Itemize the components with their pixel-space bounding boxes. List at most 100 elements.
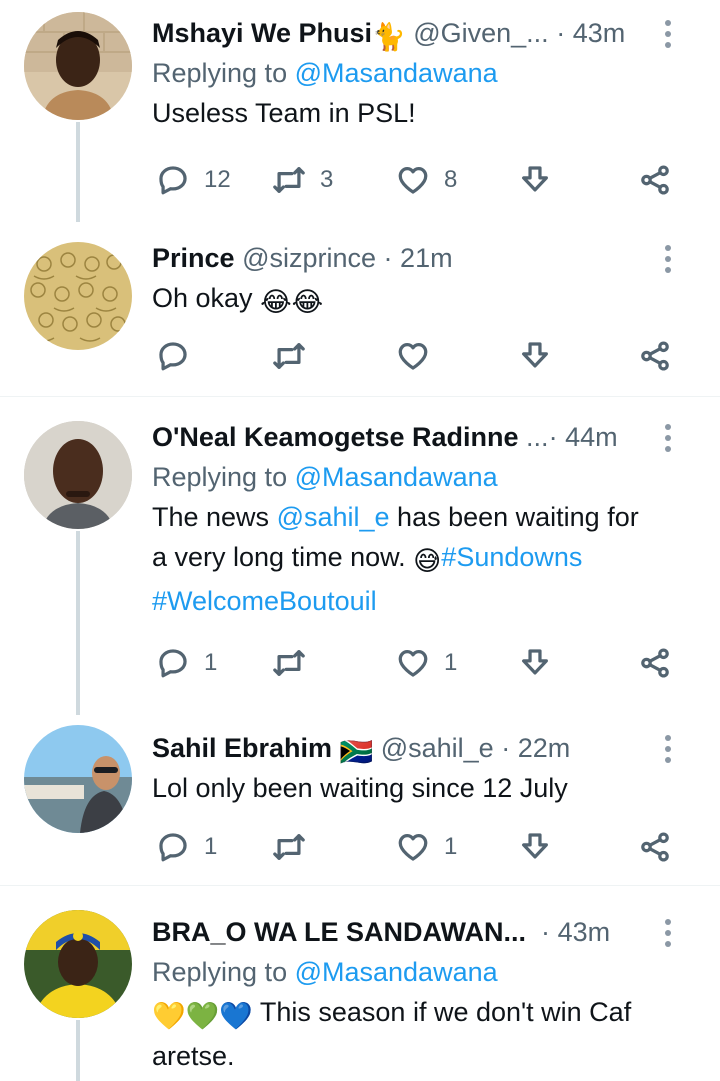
display-name[interactable]: BRA_O WA LE SANDAWAN... bbox=[152, 917, 526, 947]
share-icon bbox=[641, 341, 669, 371]
download-icon bbox=[522, 649, 548, 675]
tweet-text: 💛💚💙 This season if we don't win Caf aret… bbox=[152, 992, 700, 1076]
download-icon bbox=[522, 166, 548, 192]
reply-button[interactable]: 1 bbox=[156, 641, 217, 685]
more-options-icon[interactable] bbox=[662, 240, 674, 280]
avatar[interactable] bbox=[24, 421, 132, 529]
replying-to-label: Replying to bbox=[152, 58, 295, 88]
tweet-text-part: The news bbox=[152, 502, 277, 532]
tweet-mshayi[interactable]: Mshayi We Phusi🐈 @Given_... · 43m Replyi… bbox=[0, 0, 720, 222]
south-africa-flag-emoji: 🇿🇦 bbox=[339, 737, 374, 767]
tweet-actions: 12 3 8 bbox=[152, 158, 682, 202]
tweet-oneal[interactable]: O'Neal Keamogetse Radinne ...· 44m Reply… bbox=[0, 397, 720, 715]
tweet-text-part: a very long time now. bbox=[152, 542, 414, 572]
avatar[interactable] bbox=[24, 242, 132, 350]
tweet-header: Mshayi We Phusi🐈 @Given_... · 43m bbox=[152, 13, 700, 53]
like-button[interactable]: 8 bbox=[396, 158, 457, 202]
more-options-icon[interactable] bbox=[662, 914, 674, 954]
share-icon bbox=[641, 165, 669, 195]
display-name[interactable]: O'Neal Keamogetse Radinne bbox=[152, 422, 519, 452]
retweet-icon bbox=[273, 343, 305, 369]
handle[interactable]: @sahil_e bbox=[381, 733, 494, 763]
separator: · bbox=[541, 917, 551, 947]
avatar[interactable] bbox=[24, 725, 132, 833]
like-button[interactable] bbox=[396, 334, 444, 378]
more-options-icon[interactable] bbox=[662, 730, 674, 770]
timestamp[interactable]: 43m bbox=[573, 18, 626, 48]
thread-line bbox=[76, 1020, 80, 1081]
reply-count: 12 bbox=[204, 166, 231, 193]
tweet-sahil[interactable]: Sahil Ebrahim 🇿🇦 @sahil_e · 22m Lol only… bbox=[0, 715, 720, 885]
reply-icon bbox=[159, 649, 187, 678]
tweet-text-main: Oh okay bbox=[152, 283, 253, 313]
display-name[interactable]: Mshayi We Phusi bbox=[152, 18, 372, 48]
download-button[interactable] bbox=[518, 158, 552, 202]
reply-button[interactable]: 12 bbox=[156, 158, 231, 202]
tweet-actions bbox=[152, 334, 682, 378]
tweet-bra-o[interactable]: BRA_O WA LE SANDAWAN... · 43m Replying t… bbox=[0, 886, 720, 1081]
replying-to-mention[interactable]: @Masandawana bbox=[295, 462, 498, 492]
share-button[interactable] bbox=[638, 641, 672, 685]
name-truncation: ... bbox=[526, 422, 549, 452]
download-button[interactable] bbox=[518, 641, 552, 685]
share-button[interactable] bbox=[638, 158, 672, 202]
retweet-button[interactable] bbox=[272, 334, 320, 378]
tweet-actions: 1 1 bbox=[152, 825, 682, 869]
replying-to-label: Replying to bbox=[152, 957, 295, 987]
replying-to-mention[interactable]: @Masandawana bbox=[295, 58, 498, 88]
avatar[interactable] bbox=[24, 910, 132, 1018]
timestamp[interactable]: 21m bbox=[400, 243, 453, 273]
timestamp[interactable]: 44m bbox=[565, 422, 618, 452]
replying-to-label: Replying to bbox=[152, 462, 295, 492]
laughing-emoji: 😂😂 bbox=[260, 287, 324, 317]
like-icon bbox=[398, 167, 428, 194]
tweet-actions: 1 1 bbox=[152, 641, 682, 685]
mention-link[interactable]: @sahil_e bbox=[277, 502, 390, 532]
like-icon bbox=[398, 650, 428, 677]
display-name[interactable]: Prince bbox=[152, 243, 235, 273]
download-button[interactable] bbox=[518, 825, 552, 869]
download-button[interactable] bbox=[518, 334, 552, 378]
retweet-button[interactable] bbox=[272, 825, 320, 869]
retweet-button[interactable] bbox=[272, 641, 320, 685]
separator: · bbox=[383, 243, 393, 273]
hashtag-link[interactable]: #Sundowns bbox=[441, 542, 582, 572]
download-icon bbox=[522, 342, 548, 368]
timestamp[interactable]: 22m bbox=[518, 733, 571, 763]
reply-icon bbox=[159, 166, 187, 195]
like-button[interactable]: 1 bbox=[396, 641, 457, 685]
tweet-text: Oh okay 😂😂 bbox=[152, 278, 700, 322]
like-icon bbox=[398, 343, 428, 370]
reply-button[interactable]: 1 bbox=[156, 825, 217, 869]
handle[interactable]: @Given_... bbox=[413, 18, 548, 48]
share-button[interactable] bbox=[638, 334, 672, 378]
share-button[interactable] bbox=[638, 825, 672, 869]
more-options-icon[interactable] bbox=[662, 15, 674, 55]
tweet-text: Lol only been waiting since 12 July bbox=[152, 773, 568, 803]
tweet-text: The news @sahil_e has been waiting for a… bbox=[152, 497, 700, 621]
retweet-icon bbox=[273, 650, 305, 676]
tweet-header: Prince @sizprince · 21m bbox=[152, 238, 700, 278]
replying-to-mention[interactable]: @Masandawana bbox=[295, 957, 498, 987]
tweet-text-part: has been waiting for bbox=[389, 502, 639, 532]
retweet-button[interactable]: 3 bbox=[272, 158, 333, 202]
hashtag-link[interactable]: #WelcomeBoutouil bbox=[152, 586, 377, 616]
like-button[interactable]: 1 bbox=[396, 825, 457, 869]
handle[interactable]: @sizprince bbox=[242, 243, 376, 273]
share-icon bbox=[641, 648, 669, 678]
sweat-smile-emoji: 😅 bbox=[413, 546, 442, 576]
tweet-header: O'Neal Keamogetse Radinne ...· 44m bbox=[152, 417, 700, 457]
tweet-text-part: aretse. bbox=[152, 1041, 235, 1071]
cat-emoji: 🐈 bbox=[372, 22, 406, 52]
tweet-prince[interactable]: Prince @sizprince · 21m Oh okay 😂😂 bbox=[0, 222, 720, 397]
timestamp[interactable]: 43m bbox=[558, 917, 611, 947]
avatar[interactable] bbox=[24, 12, 132, 120]
retweet-icon bbox=[273, 167, 305, 193]
download-icon bbox=[522, 833, 548, 859]
replying-to: Replying to @Masandawana bbox=[152, 53, 700, 93]
more-options-icon[interactable] bbox=[662, 419, 674, 459]
display-name[interactable]: Sahil Ebrahim bbox=[152, 733, 332, 763]
reply-button[interactable] bbox=[156, 334, 204, 378]
like-count: 8 bbox=[444, 166, 458, 193]
tweet-header: BRA_O WA LE SANDAWAN... · 43m bbox=[152, 912, 700, 952]
